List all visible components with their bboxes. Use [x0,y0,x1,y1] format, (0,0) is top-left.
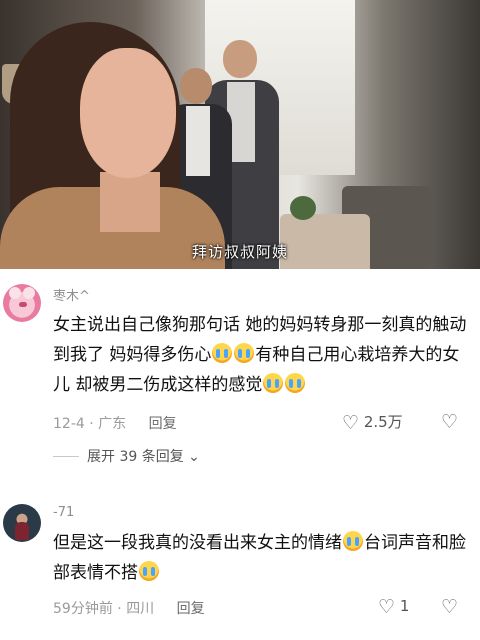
comment-username[interactable]: 枣木^ [53,285,90,304]
like-count: 1 [399,597,410,615]
plant [290,196,316,220]
video-player[interactable]: 拜访叔叔阿姨 [0,0,480,269]
comment-meta: 12-4 · 广东 回复 [53,416,177,432]
dislike-broken-heart-icon[interactable]: ♡ [441,411,463,433]
loudly-crying-emoji-icon [212,343,233,363]
comment-username[interactable]: -71 [53,505,74,520]
user-avatar[interactable] [3,504,41,542]
comment-text: 但是这一段我真的没看出来女主的情绪 台词声音和脸部表情不搭 [53,531,466,583]
loudly-crying-emoji-icon [234,343,255,363]
comment-text: 女主说出自己像狗那句话 她的妈妈转身那一刻真的触动到我了 妈妈得多伤心 有种自己用… [53,315,467,395]
comment-item: 枣木^ 女主说出自己像狗那句话 她的妈妈转身那一刻真的触动到我了 妈妈得多伤心有… [0,269,480,444]
heart-outline-icon: ♡ [378,596,396,618]
expand-replies-button[interactable]: 展开 39 条回复 ⌄ [53,446,200,466]
loudly-crying-emoji-icon [139,561,159,581]
like-button[interactable]: ♡ 2.5万 [342,411,403,434]
like-button[interactable]: ♡ 1 [378,596,409,618]
comment-meta: 59分钟前 · 四川 回复 [53,601,205,617]
divider-line [53,456,79,457]
reply-button[interactable]: 回复 [177,601,205,617]
video-subtitle: 拜访叔叔阿姨 [191,243,288,261]
loudly-crying-emoji-icon [263,373,284,393]
like-count: 2.5万 [363,413,403,431]
reply-button[interactable]: 回复 [149,416,177,432]
loudly-crying-emoji-icon [343,531,363,551]
loudly-crying-emoji-icon [285,373,306,393]
comment-item: -71 但是这一段我真的没看出来女主的情绪 台词声音和脸部表情不搭 59分钟前 ·… [0,494,480,640]
comment-date: 12-4 [53,416,85,432]
chevron-down-icon: ⌄ [183,449,200,465]
comment-location: 四川 [126,601,155,617]
person-woman [0,22,240,269]
dislike-broken-heart-icon[interactable]: ♡ [441,596,463,618]
comment-date: 59分钟前 [53,601,113,617]
heart-outline-icon: ♡ [342,412,360,434]
comment-location: 广东 [98,416,127,432]
user-avatar[interactable] [3,284,41,322]
